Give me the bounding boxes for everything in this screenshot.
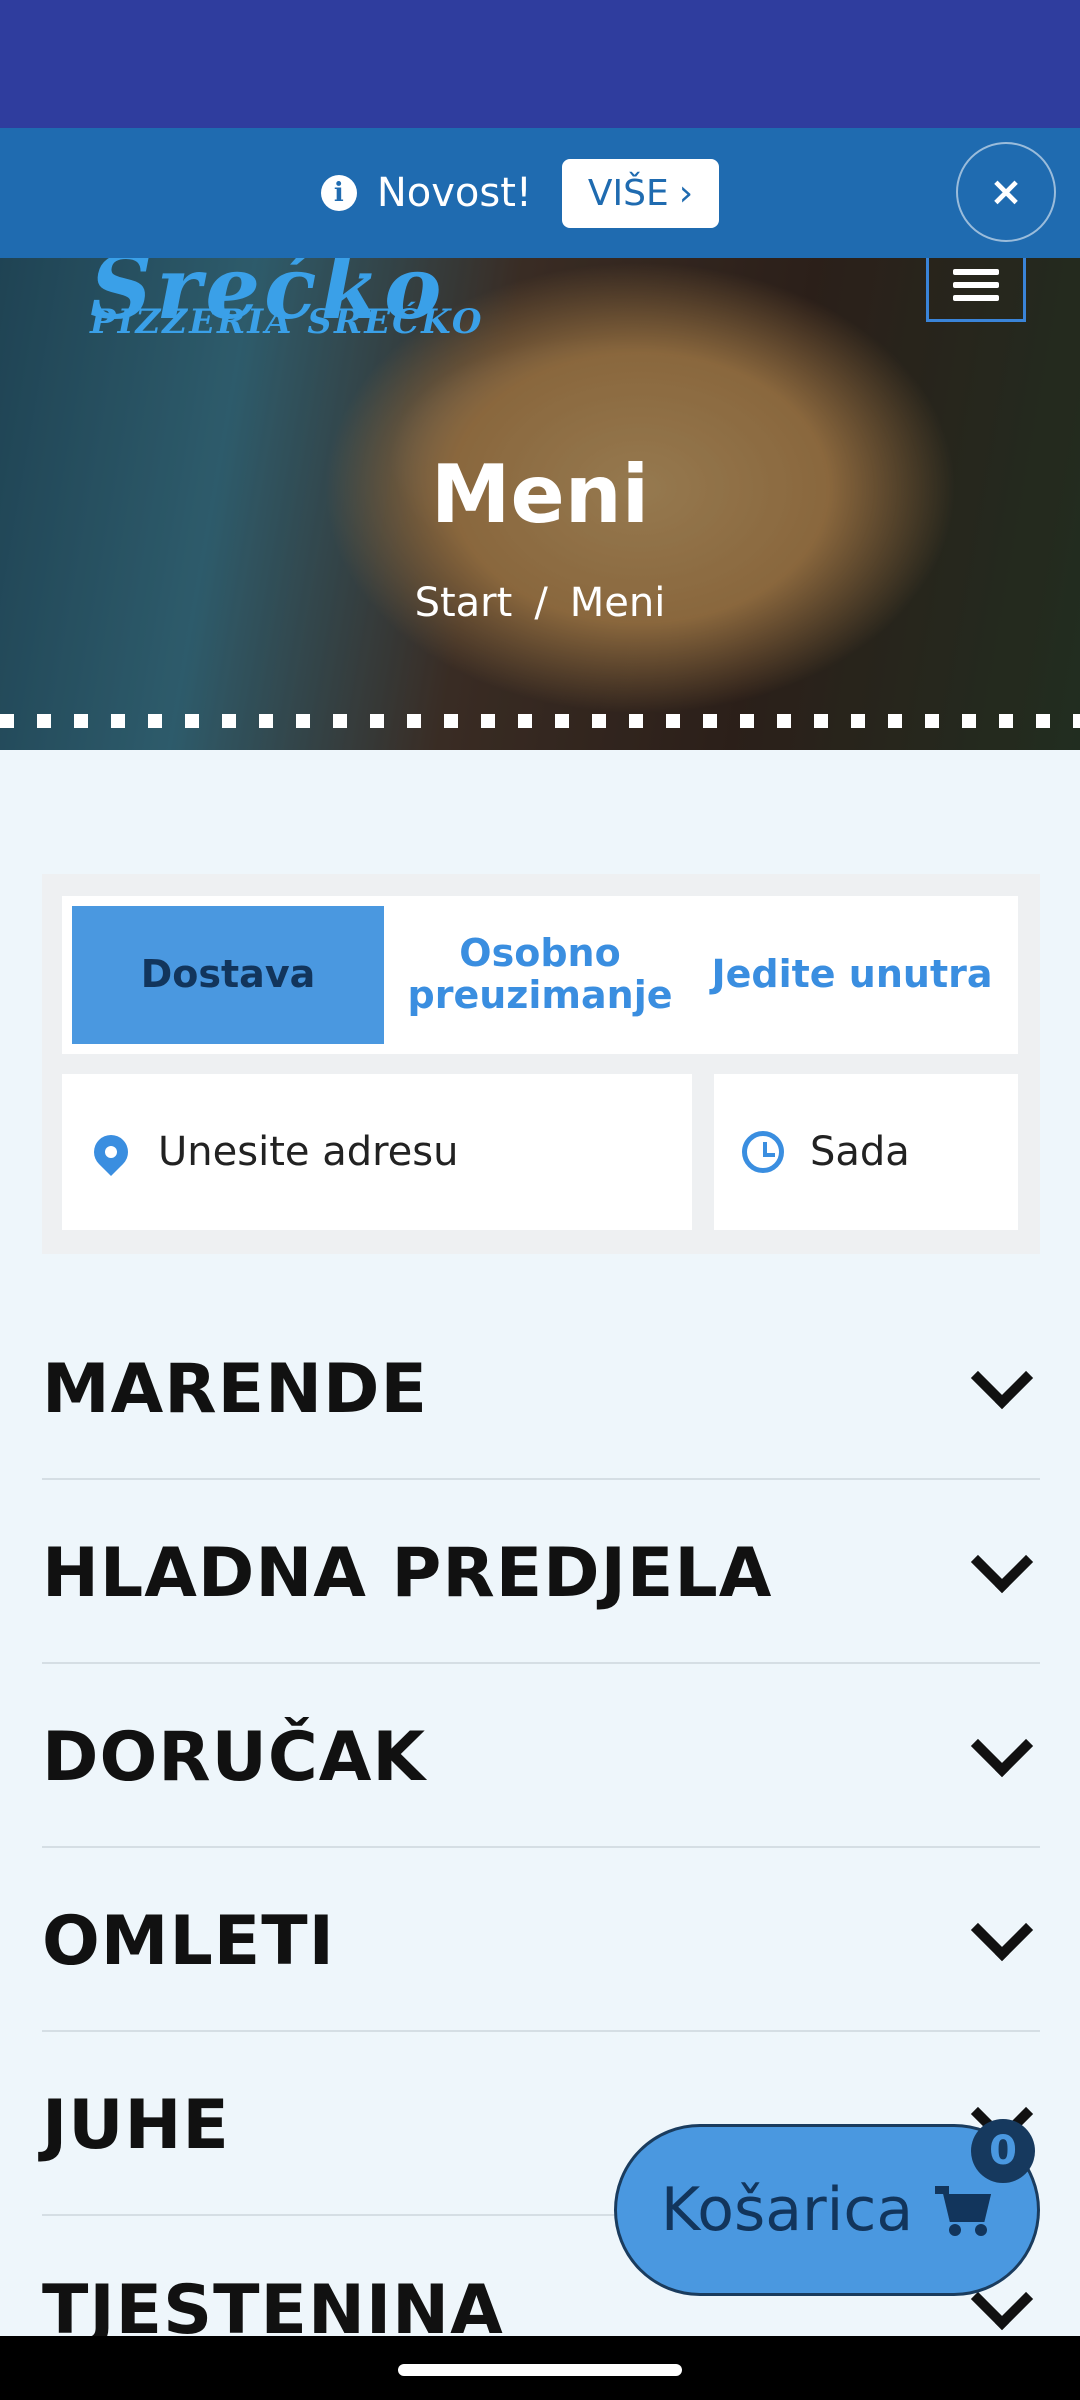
hamburger-menu-icon[interactable] <box>926 258 1026 322</box>
time-selector[interactable]: Sada <box>714 1074 1018 1230</box>
more-button-label: VIŠE <box>587 172 669 214</box>
breadcrumb-separator: / <box>534 580 548 626</box>
hero-banner: Srećko PIZZERIA SREĆKO Meni Start / Meni <box>0 258 1080 750</box>
breadcrumb: Start / Meni <box>0 580 1080 626</box>
tab-dine-in[interactable]: Jedite unutra <box>696 906 1008 1044</box>
time-value: Sada <box>810 1129 910 1175</box>
address-placeholder: Unesite adresu <box>158 1129 459 1175</box>
location-pin-icon <box>86 1127 136 1177</box>
notice-bar: i Novost! VIŠE › × <box>0 128 1080 258</box>
clock-icon <box>742 1131 784 1173</box>
slider-dots <box>0 714 1080 728</box>
category-title: MARENDE <box>42 1349 428 1429</box>
cart-button[interactable]: Košarica 0 <box>614 2119 1040 2296</box>
chevron-down-icon <box>970 1714 1034 1778</box>
chevron-down-icon <box>970 1530 1034 1594</box>
tab-pickup[interactable]: Osobno preuzimanje <box>384 906 696 1044</box>
address-input[interactable]: Unesite adresu <box>62 1074 692 1230</box>
category-omleti[interactable]: OMLETI <box>42 1848 1040 2032</box>
category-title: OMLETI <box>42 1901 335 1981</box>
page-title: Meni <box>430 448 650 541</box>
breadcrumb-current: Meni <box>569 580 666 626</box>
category-title: JUHE <box>42 2085 230 2165</box>
logo-subtitle: PIZZERIA SREĆKO <box>90 302 484 342</box>
category-title: HLADNA PREDJELA <box>42 1533 773 1613</box>
chevron-down-icon <box>970 1898 1034 1962</box>
info-circle-icon: i <box>320 175 357 211</box>
chevron-right-icon: › <box>678 172 694 214</box>
chevron-down-icon <box>970 1346 1034 1410</box>
cart-label: Košarica <box>660 2175 914 2245</box>
breadcrumb-start[interactable]: Start <box>415 580 513 626</box>
cart-count-badge: 0 <box>971 2119 1035 2183</box>
more-button[interactable]: VIŠE › <box>561 158 720 228</box>
shopping-cart-icon <box>935 2186 993 2236</box>
category-marende[interactable]: MARENDE <box>42 1296 1040 1480</box>
order-options-panel: Dostava Osobno preuzimanje Jedite unutra… <box>42 874 1040 1254</box>
tab-delivery[interactable]: Dostava <box>72 906 384 1044</box>
home-indicator[interactable] <box>398 2364 682 2376</box>
category-title: DORUČAK <box>42 1717 427 1797</box>
close-icon[interactable]: × <box>956 142 1056 242</box>
category-dorucak[interactable]: DORUČAK <box>42 1664 1040 1848</box>
category-hladna-predjela[interactable]: HLADNA PREDJELA <box>42 1480 1040 1664</box>
system-navigation-bar <box>0 2336 1080 2400</box>
order-type-tabs: Dostava Osobno preuzimanje Jedite unutra <box>62 896 1018 1054</box>
notice-text: Novost! <box>376 170 532 216</box>
status-bar <box>0 0 1080 128</box>
